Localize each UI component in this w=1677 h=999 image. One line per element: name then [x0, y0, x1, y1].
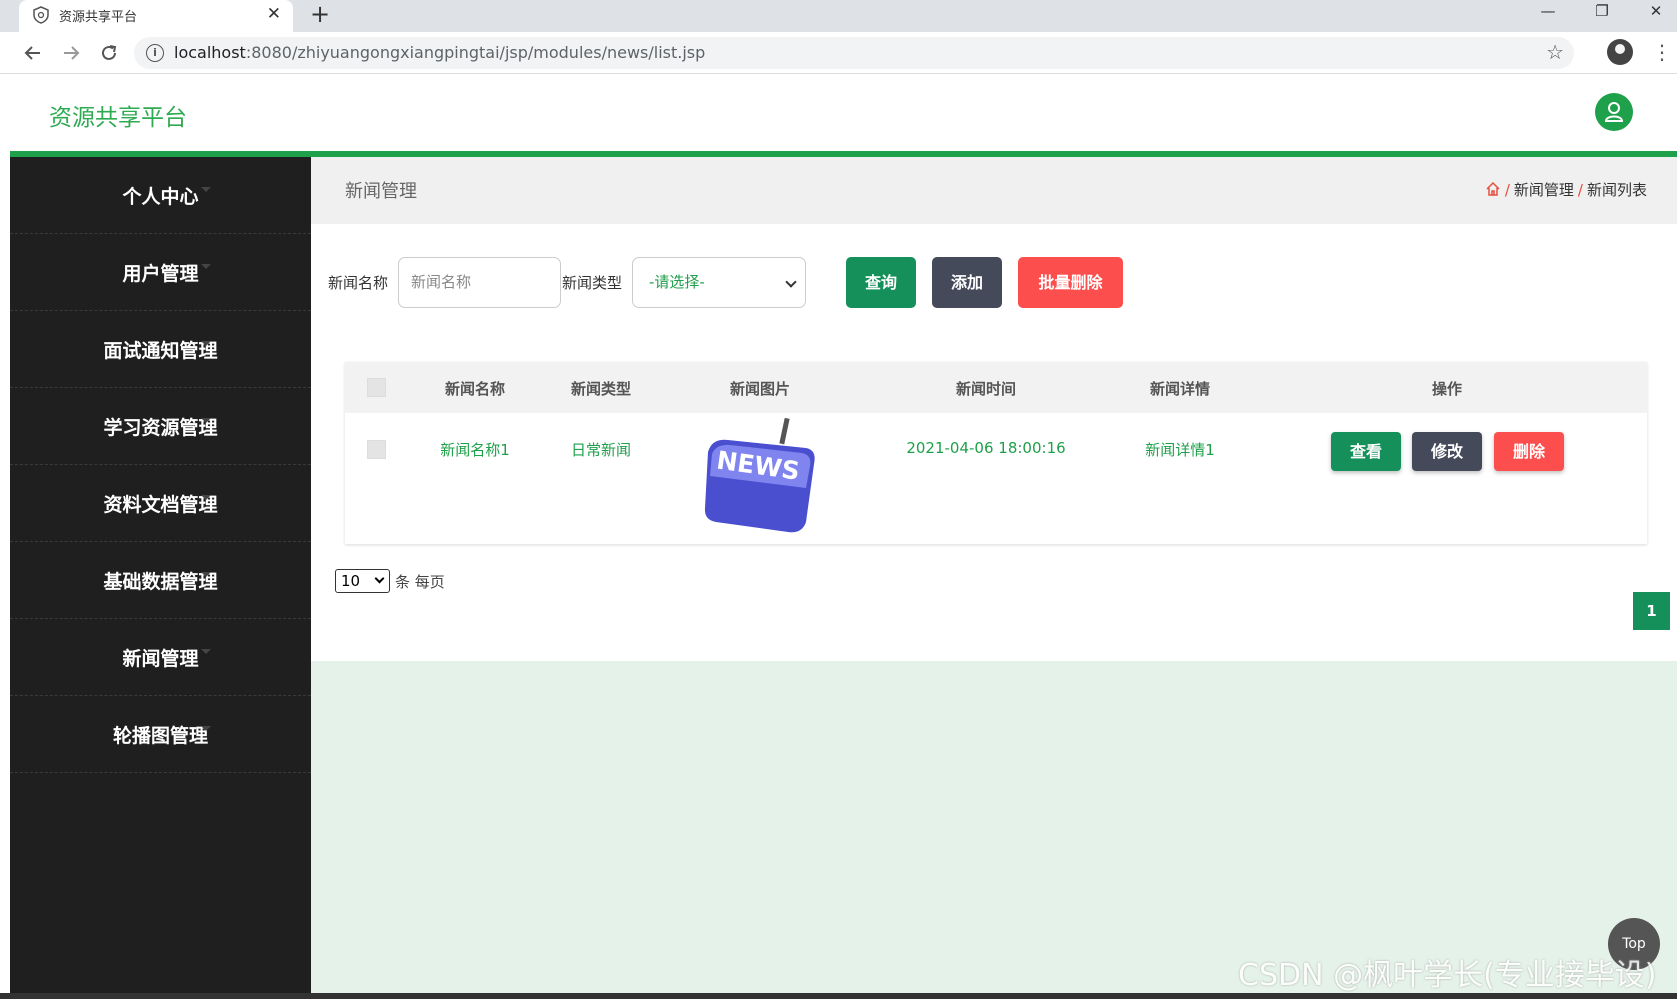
- main-content: 新闻管理 / 新闻管理 / 新闻列表 新闻名称 新闻名称 新闻类型 -请选择- 查询 …: [311, 157, 1677, 999]
- shield-icon: [33, 6, 49, 24]
- caret-down-icon: [201, 341, 211, 346]
- sidebar-item-label: 学习资源管理: [103, 416, 218, 439]
- news-name-label: 新闻名称: [328, 274, 389, 292]
- news-type-label: 新闻类型: [562, 274, 623, 292]
- breadcrumb-item-news-list: 新闻列表: [1586, 181, 1647, 199]
- news-detail-cell: 新闻详情1: [1145, 441, 1215, 459]
- address-bar[interactable]: i localhost:8080/zhiyuangongxiangpingtai…: [134, 37, 1574, 69]
- back-arrow-icon[interactable]: [23, 43, 43, 63]
- url-host: localhost: [174, 43, 246, 62]
- info-icon[interactable]: i: [146, 44, 164, 62]
- reload-icon[interactable]: [99, 43, 119, 63]
- news-type-cell: 日常新闻: [570, 441, 632, 459]
- news-table: 新闻名称 新闻类型 新闻图片 新闻时间 新闻详情 操作 新闻名称1 日常新闻 N…: [345, 362, 1647, 544]
- browser-toolbar: i localhost:8080/zhiyuangongxiangpingtai…: [0, 32, 1677, 74]
- user-avatar[interactable]: [1595, 93, 1633, 131]
- breadcrumb-separator: /: [1504, 181, 1510, 199]
- chevron-down-icon: [374, 573, 385, 584]
- caret-down-icon: [201, 649, 211, 654]
- caret-down-icon: [201, 495, 211, 500]
- url-text: localhost:8080/zhiyuangongxiangpingtai/j…: [174, 43, 705, 62]
- breadcrumb-item-news-management[interactable]: 新闻管理: [1514, 181, 1574, 199]
- url-path: :8080/zhiyuangongxiangpingtai/jsp/module…: [245, 43, 706, 62]
- taskbar-edge: [0, 993, 1677, 999]
- delete-button[interactable]: 删除: [1494, 432, 1564, 471]
- app-header: 资源共享平台: [10, 76, 1677, 151]
- news-type-selected: -请选择-: [649, 273, 705, 291]
- user-icon: [1604, 102, 1624, 122]
- search-form: 新闻名称 新闻名称 新闻类型 -请选择- 查询 添加 批量删除: [328, 257, 1668, 308]
- home-icon[interactable]: [1485, 181, 1501, 197]
- column-header: 新闻图片: [729, 380, 791, 398]
- sidebar-item-documents[interactable]: 资料文档管理: [10, 465, 311, 542]
- site-title: 资源共享平台: [49, 105, 187, 131]
- sidebar: 个人中心 用户管理 面试通知管理 学习资源管理 资料文档管理 基础数据管理 新闻…: [10, 157, 311, 999]
- news-name-input[interactable]: 新闻名称: [398, 257, 561, 308]
- caret-down-icon: [201, 187, 211, 192]
- tab-title: 资源共享平台: [59, 10, 138, 25]
- row-checkbox[interactable]: [367, 440, 386, 459]
- profile-icon[interactable]: [1607, 39, 1633, 65]
- page-size-value: 10: [341, 572, 361, 590]
- sidebar-item-label: 轮播图管理: [112, 724, 208, 747]
- page-size-select[interactable]: 10: [335, 569, 390, 593]
- column-header: 操作: [1431, 380, 1463, 398]
- tab-close-icon[interactable]: ✕: [267, 4, 281, 24]
- breadcrumb: / 新闻管理 / 新闻列表: [1485, 179, 1647, 200]
- column-header: 新闻时间: [955, 380, 1017, 398]
- minimize-button[interactable]: —: [1528, 0, 1568, 24]
- sidebar-item-label: 资料文档管理: [103, 493, 218, 516]
- sidebar-item-interview-notice[interactable]: 面试通知管理: [10, 311, 311, 388]
- content-panel: 新闻管理 / 新闻管理 / 新闻列表 新闻名称 新闻名称 新闻类型 -请选择- 查询 …: [311, 157, 1677, 661]
- breadcrumb-bar: 新闻管理 / 新闻管理 / 新闻列表: [311, 157, 1677, 224]
- edit-button[interactable]: 修改: [1412, 432, 1482, 471]
- sidebar-item-learning-resources[interactable]: 学习资源管理: [10, 388, 311, 465]
- column-header: 新闻名称: [444, 380, 506, 398]
- sidebar-item-label: 面试通知管理: [103, 339, 218, 362]
- chevron-down-icon: [785, 276, 797, 288]
- news-name-cell: 新闻名称1: [440, 441, 510, 459]
- bookmark-star-icon[interactable]: ☆: [1546, 40, 1564, 64]
- browser-tab[interactable]: 资源共享平台 ✕: [19, 0, 293, 32]
- menu-kebab-icon[interactable]: ⋮: [1652, 40, 1672, 64]
- watermark: CSDN @枫叶学长(专业接毕设): [1238, 958, 1657, 993]
- browser-tabbar: 资源共享平台 ✕ + — ❐ ✕: [0, 0, 1677, 32]
- caret-down-icon: [201, 572, 211, 577]
- restore-button[interactable]: ❐: [1582, 0, 1622, 24]
- column-header: 新闻详情: [1149, 380, 1211, 398]
- add-button[interactable]: 添加: [932, 257, 1002, 308]
- query-button[interactable]: 查询: [846, 257, 916, 308]
- view-button[interactable]: 查看: [1331, 432, 1401, 471]
- batch-delete-button[interactable]: 批量删除: [1018, 257, 1123, 308]
- caret-down-icon: [201, 726, 211, 731]
- news-time-cell: 2021-04-06 18:00:16: [906, 439, 1066, 457]
- sidebar-item-user-management[interactable]: 用户管理: [10, 234, 311, 311]
- per-page-label: 条 每页: [395, 573, 445, 591]
- table-header: 新闻名称 新闻类型 新闻图片 新闻时间 新闻详情 操作: [345, 362, 1647, 413]
- sidebar-item-carousel[interactable]: 轮播图管理: [10, 696, 311, 773]
- sidebar-item-base-data[interactable]: 基础数据管理: [10, 542, 311, 619]
- page-title: 新闻管理: [345, 181, 417, 202]
- window-close-button[interactable]: ✕: [1636, 0, 1676, 24]
- new-tab-button[interactable]: +: [310, 0, 330, 28]
- column-header: 新闻类型: [570, 380, 632, 398]
- forward-arrow-icon[interactable]: [61, 43, 81, 63]
- select-all-checkbox[interactable]: [367, 378, 386, 397]
- news-image[interactable]: NEWS: [702, 418, 819, 536]
- sidebar-item-label: 用户管理: [122, 262, 199, 285]
- caret-down-icon: [201, 418, 211, 423]
- sidebar-item-news[interactable]: 新闻管理: [10, 619, 311, 696]
- page-number-button[interactable]: 1: [1633, 592, 1670, 630]
- sidebar-item-label: 新闻管理: [122, 647, 199, 670]
- news-type-select[interactable]: -请选择-: [632, 257, 806, 308]
- sidebar-item-personal-center[interactable]: 个人中心: [10, 157, 311, 234]
- sidebar-item-label: 基础数据管理: [103, 570, 218, 593]
- caret-down-icon: [201, 264, 211, 269]
- sidebar-item-label: 个人中心: [122, 185, 199, 208]
- breadcrumb-separator: /: [1577, 181, 1583, 199]
